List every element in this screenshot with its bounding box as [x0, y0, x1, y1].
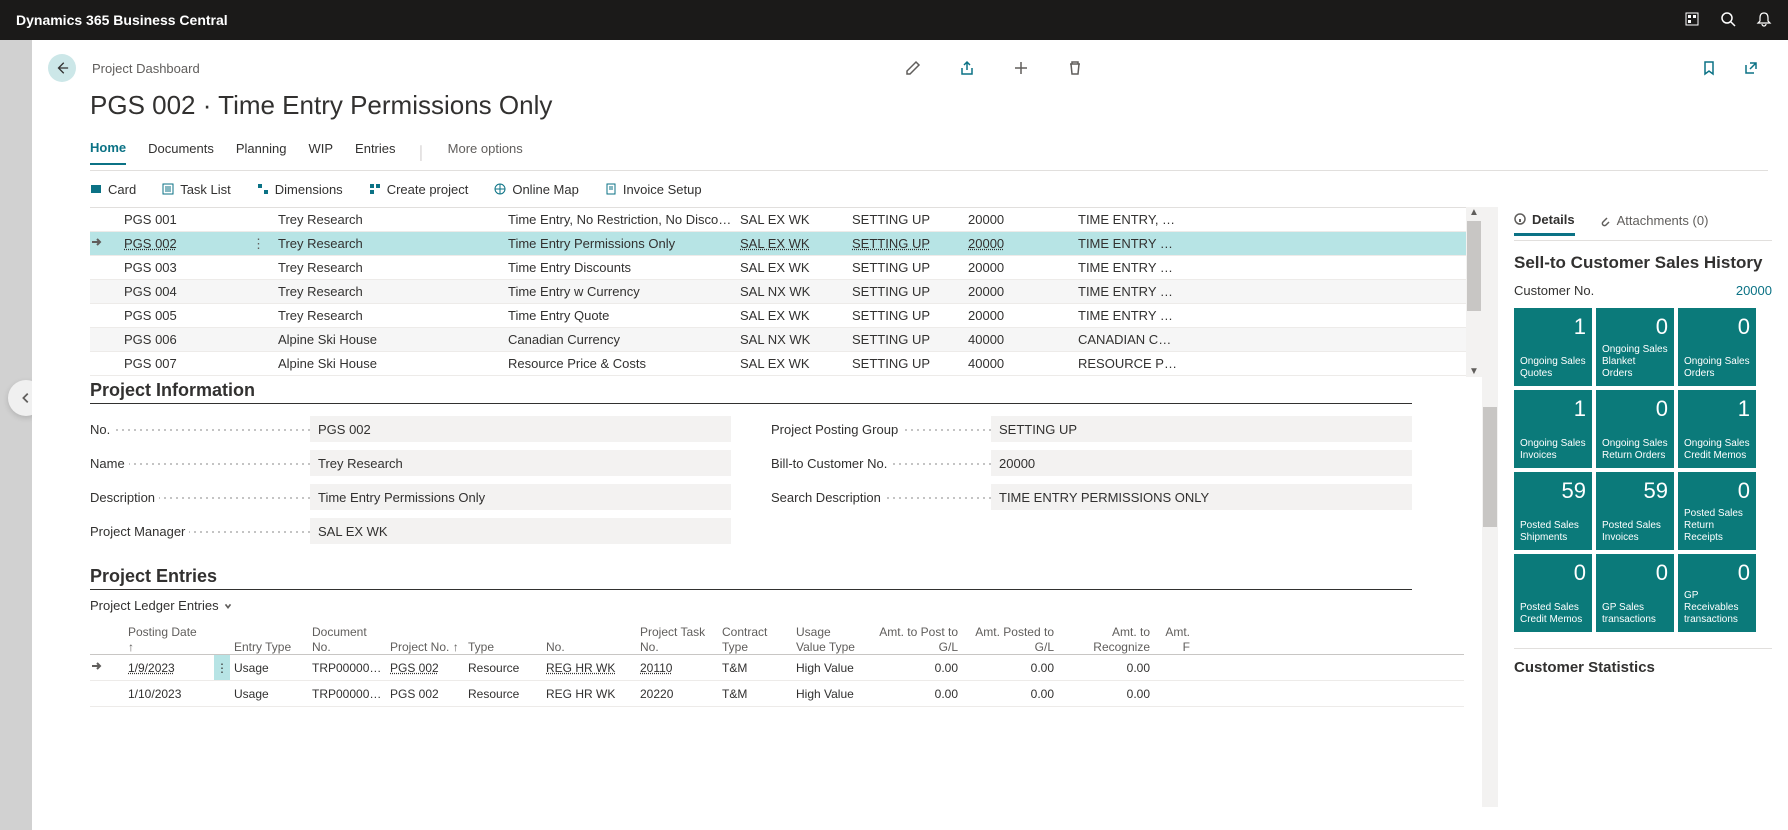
page-title: PGS 002 · Time Entry Permissions Only: [90, 90, 1788, 121]
entries-header: Posting Date ↑ Entry Type Document No. P…: [90, 619, 1464, 655]
tab-planning[interactable]: Planning: [236, 141, 287, 164]
delete-icon[interactable]: [1066, 59, 1084, 77]
action-tasklist[interactable]: Task List: [162, 182, 231, 197]
sales-tile[interactable]: 59Posted Sales Invoices: [1596, 472, 1674, 550]
sales-tile[interactable]: 0Ongoing Sales Blanket Orders: [1596, 308, 1674, 386]
breadcrumb[interactable]: Project Dashboard: [92, 61, 200, 76]
sales-tile[interactable]: 0Posted Sales Return Receipts: [1678, 472, 1756, 550]
field-label-posting-group: Project Posting Group: [771, 422, 902, 437]
col-no[interactable]: No.: [542, 640, 636, 654]
field-name[interactable]: Trey Research: [310, 450, 731, 476]
row-menu-icon[interactable]: ⋮: [214, 655, 230, 680]
action-bar: Card Task List Dimensions Create project…: [90, 171, 1788, 207]
sales-tile[interactable]: 1Ongoing Sales Credit Memos: [1678, 390, 1756, 468]
project-row[interactable]: PGS 003 Trey Research Time Entry Discoun…: [90, 256, 1482, 280]
tab-more-options[interactable]: More options: [448, 141, 523, 164]
search-icon[interactable]: [1720, 11, 1736, 30]
page-card: Project Dashboard PGS 002 · Time Entry P…: [32, 40, 1788, 830]
sales-tile[interactable]: 0Posted Sales Credit Memos: [1514, 554, 1592, 632]
col-entry-type[interactable]: Entry Type: [230, 640, 308, 654]
sales-tile[interactable]: 0GP Receivables transactions: [1678, 554, 1756, 632]
app-title: Dynamics 365 Business Central: [16, 12, 228, 28]
project-row[interactable]: PGS 004 Trey Research Time Entry w Curre…: [90, 280, 1482, 304]
field-posting-group[interactable]: SETTING UP: [991, 416, 1412, 442]
field-no[interactable]: PGS 002: [310, 416, 731, 442]
factbox-title: Sell-to Customer Sales History: [1514, 253, 1772, 273]
bookmark-icon[interactable]: [1700, 59, 1718, 77]
col-project-no[interactable]: Project No. ↑: [386, 640, 464, 654]
project-row[interactable]: PGS 007 Alpine Ski House Resource Price …: [90, 352, 1482, 376]
action-dimensions[interactable]: Dimensions: [257, 182, 343, 197]
col-contract-type[interactable]: Contract Type: [718, 625, 792, 654]
col-type[interactable]: Type: [464, 640, 542, 654]
action-invoice-setup[interactable]: Invoice Setup: [605, 182, 702, 197]
factbox-tab-attachments[interactable]: Attachments (0): [1599, 213, 1709, 234]
field-label-name: Name: [90, 456, 129, 471]
nav-tabs: Home Documents Planning WIP Entries │ Mo…: [90, 135, 1768, 171]
left-rail: [0, 40, 32, 830]
field-description[interactable]: Time Entry Permissions Only: [310, 484, 731, 510]
customer-no-label: Customer No.: [1514, 283, 1594, 298]
share-icon[interactable]: [958, 59, 976, 77]
section-project-info: Project Information: [90, 380, 1412, 404]
sales-tile[interactable]: 0Ongoing Sales Orders: [1678, 308, 1756, 386]
col-task-no[interactable]: Project Task No.: [636, 625, 718, 654]
factbox: Details Attachments (0) Sell-to Customer…: [1498, 207, 1788, 807]
entry-row[interactable]: 1/9/2023 ⋮ Usage TRP0000005 PGS 002 Reso…: [90, 655, 1464, 681]
tab-home[interactable]: Home: [90, 140, 126, 165]
field-label-description: Description: [90, 490, 159, 505]
project-row[interactable]: PGS 002 ⋮ Trey Research Time Entry Permi…: [90, 232, 1482, 256]
sales-tile[interactable]: 1Ongoing Sales Invoices: [1514, 390, 1592, 468]
project-list: PGS 001 Trey Research Time Entry, No Res…: [90, 207, 1482, 376]
col-amt-posted[interactable]: Amt. Posted to G/L: [962, 625, 1058, 654]
col-usage-value[interactable]: Usage Value Type: [792, 625, 866, 654]
col-document-no[interactable]: Document No.: [308, 625, 386, 654]
field-label-no: No.: [90, 422, 114, 437]
col-amt-f[interactable]: Amt. F: [1154, 625, 1194, 654]
entry-row[interactable]: 1/10/2023 Usage TRP0000005 PGS 002 Resou…: [90, 681, 1464, 707]
list-scrollbar[interactable]: ▲ ▼: [1466, 207, 1482, 377]
col-amt-post[interactable]: Amt. to Post to G/L: [866, 625, 962, 654]
section-project-entries: Project Entries: [90, 566, 1412, 590]
factbox-tab-details[interactable]: Details: [1514, 212, 1575, 236]
action-card[interactable]: Card: [90, 182, 136, 197]
popout-icon[interactable]: [1742, 59, 1760, 77]
sales-tile[interactable]: 1Ongoing Sales Quotes: [1514, 308, 1592, 386]
sales-tile[interactable]: 59Posted Sales Shipments: [1514, 472, 1592, 550]
app-topbar: Dynamics 365 Business Central: [0, 0, 1788, 40]
ledger-dropdown[interactable]: Project Ledger Entries: [90, 598, 1482, 613]
field-label-manager: Project Manager: [90, 524, 189, 539]
sales-tile[interactable]: 0GP Sales transactions: [1596, 554, 1674, 632]
col-posting-date[interactable]: Posting Date ↑: [124, 625, 214, 654]
field-manager[interactable]: SAL EX WK: [310, 518, 731, 544]
new-icon[interactable]: [1012, 59, 1030, 77]
field-label-search-desc: Search Description: [771, 490, 885, 505]
project-row[interactable]: PGS 001 Trey Research Time Entry, No Res…: [90, 208, 1482, 232]
field-search-desc[interactable]: TIME ENTRY PERMISSIONS ONLY: [991, 484, 1412, 510]
action-online-map[interactable]: Online Map: [494, 182, 578, 197]
edit-icon[interactable]: [904, 59, 922, 77]
tab-wip[interactable]: WIP: [308, 141, 333, 164]
field-billto[interactable]: 20000: [991, 450, 1412, 476]
customer-statistics-heading: Customer Statistics: [1514, 648, 1772, 676]
content-splitter[interactable]: [1482, 207, 1498, 807]
project-row[interactable]: PGS 005 Trey Research Time Entry Quote S…: [90, 304, 1482, 328]
field-label-billto: Bill-to Customer No.: [771, 456, 891, 471]
tab-entries[interactable]: Entries: [355, 141, 395, 164]
back-button[interactable]: [48, 54, 76, 82]
row-menu-icon[interactable]: ⋮: [252, 236, 278, 252]
col-amt-recognize[interactable]: Amt. to Recognize: [1058, 625, 1154, 654]
customer-no-link[interactable]: 20000: [1736, 283, 1772, 298]
sales-tile[interactable]: 0Ongoing Sales Return Orders: [1596, 390, 1674, 468]
action-create-project[interactable]: Create project: [369, 182, 469, 197]
company-icon[interactable]: [1684, 11, 1700, 30]
notification-icon[interactable]: [1756, 11, 1772, 30]
project-row[interactable]: PGS 006 Alpine Ski House Canadian Curren…: [90, 328, 1482, 352]
sales-tiles: 1Ongoing Sales Quotes0Ongoing Sales Blan…: [1514, 308, 1772, 632]
tab-documents[interactable]: Documents: [148, 141, 214, 164]
